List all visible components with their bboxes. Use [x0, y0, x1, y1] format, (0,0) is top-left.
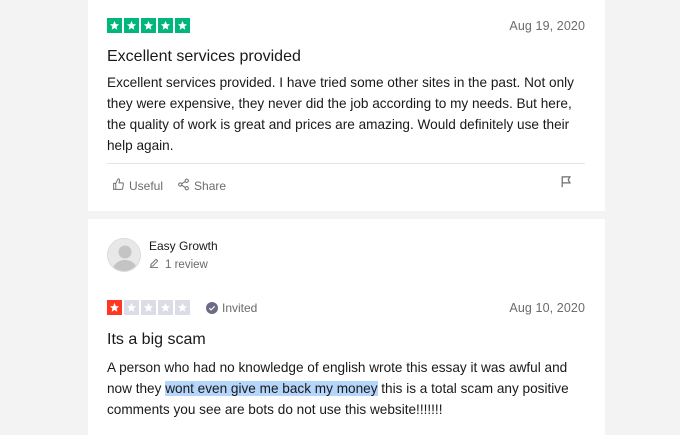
star-icon — [124, 18, 139, 33]
share-label: Share — [194, 179, 227, 193]
avatar[interactable] — [107, 238, 141, 272]
star-icon — [175, 300, 190, 315]
review-card: Aug 19, 2020 Excellent services provided… — [88, 0, 605, 211]
star-rating — [107, 18, 190, 33]
divider — [107, 163, 585, 164]
review-body: A person who had no knowledge of english… — [107, 357, 589, 420]
review-title[interactable]: Its a big scam — [107, 331, 206, 349]
star-icon — [175, 18, 190, 33]
useful-button[interactable]: Useful — [112, 178, 163, 194]
review-count: 1 review — [149, 258, 208, 271]
review-title[interactable]: Excellent services provided — [107, 48, 301, 66]
share-button[interactable]: Share — [177, 178, 226, 194]
pencil-icon — [149, 258, 159, 271]
useful-label: Useful — [129, 179, 164, 193]
invited-badge: Invited — [206, 301, 257, 315]
star-icon — [158, 300, 173, 315]
star-icon — [141, 18, 156, 33]
star-rating — [107, 300, 190, 315]
star-icon — [158, 18, 173, 33]
reviewer-name[interactable]: Easy Growth — [149, 239, 218, 253]
star-icon — [107, 300, 122, 315]
review-date: Aug 19, 2020 — [509, 19, 585, 33]
invited-label: Invited — [222, 301, 258, 315]
selected-text: wont even give me back my money — [165, 381, 378, 396]
check-icon — [206, 302, 218, 314]
star-icon — [141, 300, 156, 315]
review-count-label: 1 review — [165, 258, 208, 271]
flag-icon[interactable] — [561, 175, 572, 193]
thumbs-up-icon — [112, 178, 125, 194]
review-actions: Useful Share — [112, 178, 226, 194]
share-icon — [177, 178, 190, 194]
review-card: Easy Growth 1 review Invited Aug 10, 202… — [88, 219, 605, 435]
review-body: Excellent services provided. I have trie… — [107, 75, 574, 153]
review-date: Aug 10, 2020 — [509, 301, 585, 315]
star-icon — [124, 300, 139, 315]
star-icon — [107, 18, 122, 33]
